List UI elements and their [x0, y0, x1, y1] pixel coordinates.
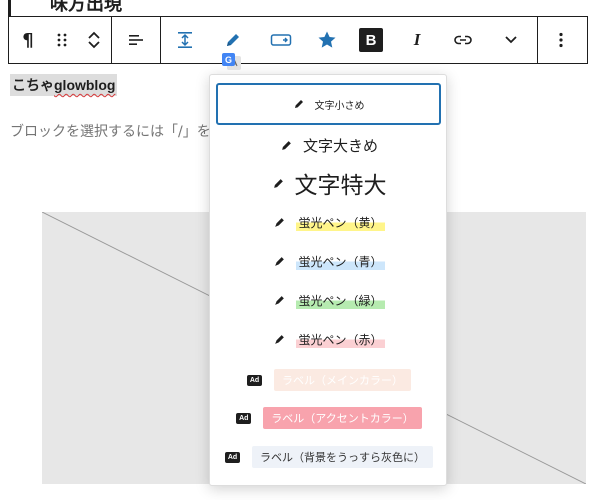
partial-heading: 味方出現 — [50, 0, 122, 15]
pencil-icon — [227, 34, 239, 46]
block-placeholder[interactable]: ブロックを選択するには「/」を入力 — [10, 121, 239, 141]
menu-item-label: 蛍光ペン（黄） — [296, 213, 385, 231]
paragraph-block-button[interactable]: ¶ — [9, 17, 47, 63]
author-name-text[interactable]: こちゃglowblog — [10, 74, 118, 96]
link-icon — [454, 35, 472, 45]
line-height-button[interactable] — [161, 17, 209, 63]
star-button[interactable] — [305, 17, 349, 63]
chevron-down-icon[interactable] — [87, 40, 101, 50]
marker-icon — [273, 294, 286, 307]
menu-item-label: 文字大きめ — [302, 136, 378, 155]
menu-item-small-text[interactable]: 文字小さめ — [216, 83, 441, 125]
italic-icon: I — [413, 30, 421, 49]
button-link-icon — [270, 34, 292, 46]
bold-icon: B — [359, 28, 383, 52]
italic-button[interactable]: I — [393, 17, 441, 63]
translate-extension-icon[interactable]: G — [221, 52, 243, 72]
drag-handle[interactable] — [47, 17, 77, 63]
line-height-icon — [178, 32, 192, 48]
menu-item-label: ラベル（背景をうっすら灰色に） — [252, 446, 433, 468]
chevron-down-icon — [505, 36, 517, 44]
menu-item-large-text[interactable]: 文字大きめ — [210, 129, 448, 161]
menu-item-label: 蛍光ペン（青） — [296, 252, 385, 270]
menu-item-highlight-yellow[interactable]: 蛍光ペン（黄） — [210, 207, 448, 237]
drag-handle-icon — [57, 33, 67, 47]
pencil-icon — [280, 139, 293, 152]
align-left-icon — [129, 35, 143, 45]
link-button-style-button[interactable] — [257, 17, 305, 63]
author-prefix: こちゃ — [12, 77, 54, 93]
menu-item-label: 蛍光ペン（緑） — [296, 291, 385, 309]
format-dropdown-menu: 文字小さめ 文字大きめ 文字特大 蛍光ペン（黄） 蛍光ペン（青） 蛍光ペン（緑） — [209, 74, 447, 486]
toolbar-group-format: B I — [161, 17, 538, 63]
menu-item-label-main[interactable]: Ad ラベル（メインカラー） — [210, 365, 448, 395]
top-edge-line — [8, 0, 11, 16]
vertical-ellipsis-icon — [559, 32, 563, 48]
menu-item-highlight-blue[interactable]: 蛍光ペン（青） — [210, 246, 448, 276]
chevron-up-icon[interactable] — [87, 30, 101, 40]
marker-icon — [273, 216, 286, 229]
toolbar-group-block: ¶ — [9, 17, 112, 63]
toolbar-group-options — [538, 17, 584, 63]
pencil-icon — [272, 177, 285, 190]
menu-item-label: ラベル（メインカラー） — [274, 369, 411, 391]
menu-item-label-gray-bg[interactable]: Ad ラベル（背景をうっすら灰色に） — [210, 442, 448, 472]
more-formats-button[interactable] — [485, 17, 537, 63]
move-up-down-button[interactable] — [77, 17, 111, 63]
menu-item-label: 蛍光ペン（赤） — [296, 330, 385, 348]
menu-item-highlight-red[interactable]: 蛍光ペン（赤） — [210, 324, 448, 354]
marker-icon — [273, 255, 286, 268]
menu-item-label: ラベル（アクセントカラー） — [263, 407, 422, 429]
block-toolbar: ¶ B I — [8, 16, 588, 64]
marker-icon — [273, 333, 286, 346]
translate-badge-letter: G — [225, 55, 232, 65]
link-button[interactable] — [441, 17, 485, 63]
ad-icon: Ad — [247, 374, 262, 386]
menu-item-highlight-green[interactable]: 蛍光ペン（緑） — [210, 285, 448, 315]
paragraph-icon: ¶ — [22, 29, 34, 51]
toolbar-group-align — [112, 17, 161, 63]
bold-button[interactable]: B — [349, 17, 393, 63]
pencil-icon — [293, 98, 305, 110]
options-button[interactable] — [538, 17, 584, 63]
star-icon — [318, 31, 336, 48]
ad-icon: Ad — [236, 412, 252, 424]
menu-item-xlarge-text[interactable]: 文字特大 — [210, 163, 448, 203]
menu-item-label-accent[interactable]: Ad ラベル（アクセントカラー） — [210, 403, 448, 433]
menu-item-label: 文字特大 — [294, 173, 387, 199]
align-button[interactable] — [112, 17, 160, 63]
menu-item-label: 文字小さめ — [314, 100, 365, 112]
author-handle: glowblog — [54, 77, 116, 93]
ad-icon: Ad — [225, 451, 240, 463]
